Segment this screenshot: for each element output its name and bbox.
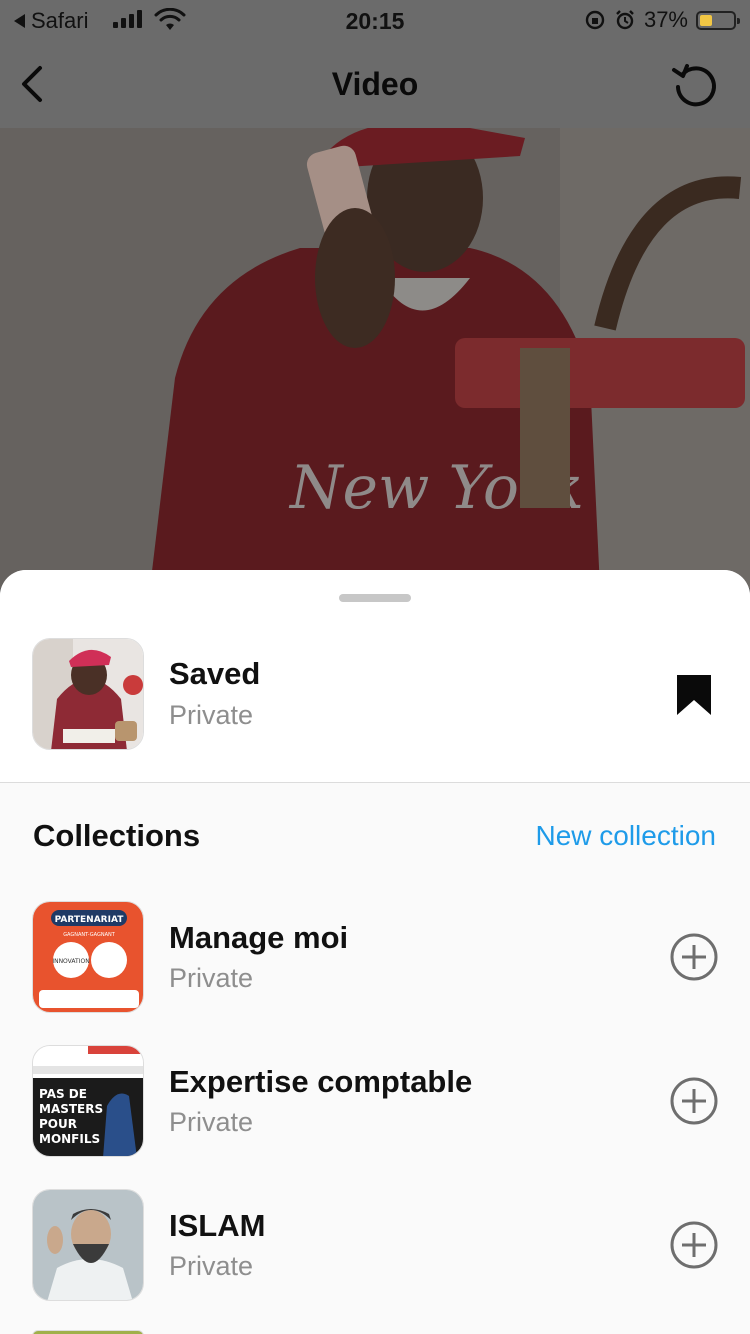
- saved-privacy: Private: [169, 700, 254, 730]
- collection-privacy: Private: [169, 963, 254, 993]
- nav-bar: Video: [0, 40, 750, 128]
- thumb-text-3: INNOVATION: [52, 958, 89, 965]
- thumb-text-3: POUR: [39, 1117, 77, 1131]
- alarm-icon: [616, 10, 634, 30]
- page-title: Video: [331, 66, 419, 102]
- add-circle-icon[interactable]: [670, 1221, 718, 1269]
- thumb-text-4: MONFILS: [39, 1132, 100, 1146]
- add-circle-icon[interactable]: [670, 1077, 718, 1125]
- collection-title: ISLAM: [169, 1208, 266, 1243]
- saved-thumbnail[interactable]: [32, 638, 144, 750]
- battery-icon: [696, 10, 740, 30]
- collection-thumbnail: PARTENARIAT GAGNANT-GAGNANT INNOVATION: [32, 901, 144, 1013]
- thumb-text-2: GAGNANT-GAGNANT: [63, 932, 116, 938]
- collection-thumbnail-partial: [32, 1330, 144, 1334]
- rotation-lock-icon: [585, 10, 605, 30]
- video-background: New York: [0, 128, 750, 588]
- battery-percent: 37%: [643, 7, 688, 32]
- status-bar: Safari 20:15 37%: [0, 0, 750, 40]
- collection-privacy: Private: [169, 1107, 254, 1137]
- save-to-collection-sheet: Saved Private Collections New collection…: [0, 570, 750, 1334]
- collection-title: Expertise comptable: [169, 1064, 473, 1099]
- thumb-text-1: PARTENARIAT: [55, 915, 125, 925]
- sheet-drag-handle[interactable]: [339, 594, 411, 602]
- collection-thumbnail: PAS DE MASTERS POUR MONFILS: [32, 1045, 144, 1157]
- saved-section: Saved Private: [0, 570, 750, 783]
- saved-title[interactable]: Saved: [169, 656, 260, 692]
- thumb-text-1: PAS DE: [39, 1087, 87, 1101]
- collections-heading: Collections: [33, 818, 201, 853]
- bookmark-filled-icon[interactable]: [676, 674, 712, 716]
- collection-title: Manage moi: [169, 920, 349, 955]
- collection-thumbnail: [32, 1189, 144, 1301]
- thumb-text-2: MASTERS: [39, 1102, 103, 1116]
- add-circle-icon[interactable]: [670, 933, 718, 981]
- video-frame-image: New York: [0, 128, 750, 588]
- refresh-icon[interactable]: [670, 60, 720, 110]
- collection-privacy: Private: [169, 1251, 254, 1281]
- new-collection-button[interactable]: New collection: [535, 820, 716, 852]
